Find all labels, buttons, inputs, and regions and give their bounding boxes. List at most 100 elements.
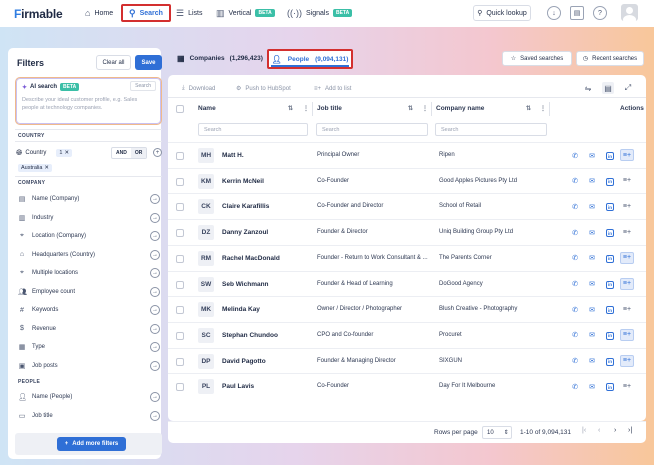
email-icon[interactable]: ✉ <box>587 176 597 187</box>
download-button[interactable]: ⤓ Download <box>182 82 215 95</box>
filter-headquarters-country[interactable]: ⌂ Headquarters (Country) → <box>18 249 162 261</box>
add-to-list-button[interactable]: ≡+ Add to list <box>314 82 351 95</box>
arrow-right-icon[interactable]: → <box>150 268 160 278</box>
linkedin-icon[interactable]: in <box>606 306 614 315</box>
column-menu-icon[interactable]: ⋮ <box>540 105 546 112</box>
arrow-right-icon[interactable]: → <box>150 392 160 402</box>
selected-country-chip[interactable]: Australia ✕ <box>18 164 53 172</box>
linkedin-icon[interactable]: in <box>606 229 614 238</box>
column-header-company-name[interactable]: Company name <box>436 105 484 112</box>
job-title-search-input[interactable]: Search <box>316 123 428 136</box>
rows-per-page-select[interactable]: 10 ⇕ <box>482 426 512 439</box>
linkedin-icon[interactable]: in <box>606 177 614 186</box>
ai-search-button[interactable]: Search <box>130 81 156 91</box>
clear-all-button[interactable]: Clear all <box>96 55 131 70</box>
table-row[interactable]: PL Paul Lavis Co-Founder Day For It Melb… <box>168 373 646 399</box>
person-name[interactable]: Melinda Kay <box>222 306 260 313</box>
email-icon[interactable]: ✉ <box>587 279 597 290</box>
download-icon[interactable]: ↓ <box>547 6 561 20</box>
sort-icon[interactable]: ⇅ <box>288 105 293 112</box>
company-name[interactable]: Good Apples Pictures Pty Ltd <box>439 178 517 184</box>
email-icon[interactable]: ✉ <box>587 330 597 341</box>
row-checkbox[interactable] <box>176 357 184 366</box>
row-checkbox[interactable] <box>176 229 184 238</box>
add-to-list-icon[interactable]: ≡+ <box>620 380 634 392</box>
quick-lookup-button[interactable]: ⚲ Quick lookup <box>473 5 531 21</box>
phone-icon[interactable]: ✆ <box>570 304 580 315</box>
add-to-list-icon[interactable]: ≡+ <box>620 303 634 315</box>
add-to-list-icon[interactable]: ≡+ <box>620 251 634 264</box>
filter-job-title[interactable]: ▭ Job title → <box>18 410 162 422</box>
linkedin-icon[interactable]: in <box>606 152 614 160</box>
row-checkbox[interactable] <box>176 331 184 340</box>
person-name[interactable]: Rachel MacDonald <box>222 255 280 262</box>
row-checkbox[interactable] <box>176 152 184 160</box>
company-name[interactable]: Ripen <box>439 152 455 158</box>
add-to-list-icon[interactable]: ≡+ <box>620 328 634 341</box>
push-to-hubspot-button[interactable]: ⚙ Push to HubSpot <box>236 82 291 95</box>
company-name[interactable]: SIXGUN <box>439 358 462 364</box>
company-search-input[interactable]: Search <box>435 123 547 136</box>
person-name[interactable]: Claire Karafillis <box>222 203 269 210</box>
add-to-list-icon[interactable]: ≡+ <box>620 175 634 187</box>
row-checkbox[interactable] <box>176 177 184 186</box>
add-more-filters-button[interactable]: + Add more filters <box>57 437 126 451</box>
last-page-icon[interactable]: ›| <box>628 427 632 434</box>
company-name[interactable]: Procuret <box>439 332 462 338</box>
company-name[interactable]: School of Retail <box>439 203 481 209</box>
phone-icon[interactable]: ✆ <box>570 201 580 212</box>
person-name[interactable]: Stephan Chundoo <box>222 332 278 339</box>
phone-icon[interactable]: ✆ <box>570 227 580 238</box>
company-name[interactable]: DoGood Agency <box>439 281 483 287</box>
ai-search-input[interactable]: Describe your ideal customer profile, e.… <box>22 96 152 112</box>
email-icon[interactable]: ✉ <box>587 356 597 367</box>
select-all-checkbox[interactable] <box>176 105 184 113</box>
add-to-list-icon[interactable]: ≡+ <box>620 149 634 161</box>
person-name[interactable]: Paul Lavis <box>222 383 254 390</box>
add-to-list-icon[interactable]: ≡+ <box>620 354 634 367</box>
phone-icon[interactable]: ✆ <box>570 150 580 161</box>
company-name[interactable]: Blush Creative - Photography <box>439 306 517 312</box>
add-to-list-icon[interactable]: ≡+ <box>620 200 634 212</box>
expand-icon[interactable]: ⤢ <box>622 82 634 94</box>
recent-searches-button[interactable]: ◷ Recent searches <box>576 51 644 66</box>
nav-vertical[interactable]: ▥ Vertical BETA <box>216 4 275 22</box>
ai-search-box[interactable]: ✦ AI search BETA Search Describe your idea… <box>15 77 162 125</box>
phone-icon[interactable]: ✆ <box>570 176 580 187</box>
previous-page-icon[interactable]: ‹ <box>598 427 600 434</box>
phone-icon[interactable]: ✆ <box>570 279 580 290</box>
email-icon[interactable]: ✉ <box>587 253 597 264</box>
arrow-right-icon[interactable]: → <box>150 410 160 421</box>
help-icon[interactable]: ? <box>593 6 607 20</box>
app-logo[interactable]: Firmable <box>14 7 63 21</box>
phone-icon[interactable]: ✆ <box>570 330 580 341</box>
column-header-job-title[interactable]: Job title <box>317 105 342 112</box>
phone-icon[interactable]: ✆ <box>570 381 580 392</box>
email-icon[interactable]: ✉ <box>587 381 597 392</box>
nav-home[interactable]: ⌂ Home <box>85 4 113 22</box>
filter-company-location[interactable]: ⌖ Location (Company) → <box>18 230 162 242</box>
table-row[interactable]: DZ Danny Zanzoul Founder & Director Uniq… <box>168 219 646 245</box>
sort-icon[interactable]: ⇅ <box>526 105 531 112</box>
next-page-icon[interactable]: › <box>614 427 616 434</box>
phone-icon[interactable]: ✆ <box>570 356 580 367</box>
avatar[interactable] <box>621 4 638 21</box>
first-page-icon[interactable]: |‹ <box>582 427 586 434</box>
add-to-list-icon[interactable]: ≡+ <box>620 277 634 290</box>
arrow-right-icon[interactable]: → <box>150 305 160 315</box>
email-icon[interactable]: ✉ <box>587 150 597 161</box>
column-header-name[interactable]: Name <box>198 105 216 112</box>
arrow-right-icon[interactable]: → <box>150 286 160 297</box>
table-row[interactable]: SW Seb Wichmann Founder & Head of Learni… <box>168 270 646 297</box>
phone-icon[interactable]: ✆ <box>570 253 580 264</box>
table-row[interactable]: MK Melinda Kay Owner / Director / Photog… <box>168 296 646 322</box>
add-to-list-icon[interactable]: ≡+ <box>620 226 634 238</box>
person-name[interactable]: Matt H. <box>222 152 244 159</box>
company-name[interactable]: The Parents Corner <box>439 255 492 261</box>
filter-people-name[interactable]: 👤︎ Name (People) → <box>18 391 162 403</box>
column-menu-icon[interactable]: ⋮ <box>422 105 428 112</box>
table-row[interactable]: SC Stephan Chundoo CPO and Co-founder Pr… <box>168 321 646 348</box>
sort-icon[interactable]: ⇅ <box>408 105 413 112</box>
arrow-right-icon[interactable]: → <box>150 194 160 204</box>
company-name[interactable]: Day For It Melbourne <box>439 383 495 389</box>
